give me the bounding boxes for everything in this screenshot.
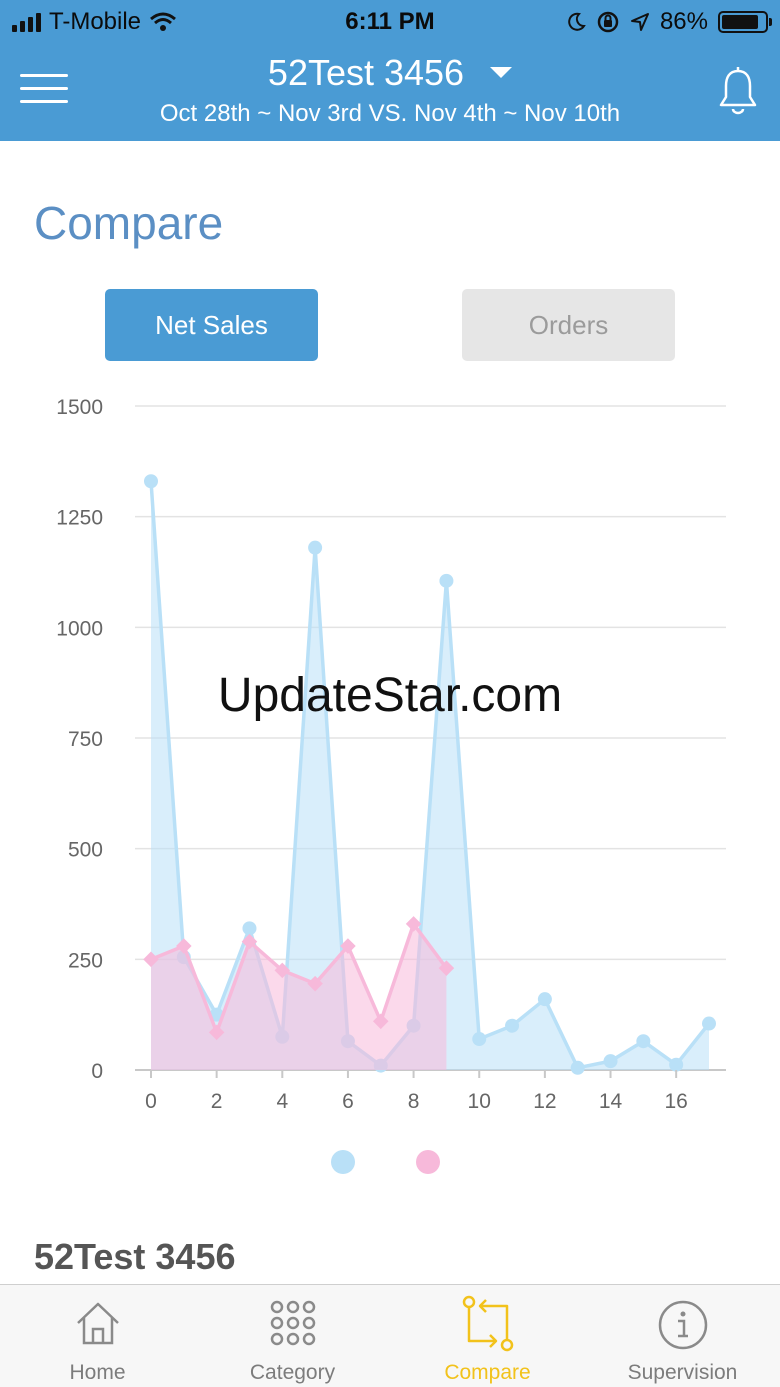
battery-percent: 86% — [659, 8, 708, 35]
x-tick-label: 10 — [468, 1090, 491, 1113]
bell-icon[interactable] — [716, 66, 760, 116]
series-1-point — [308, 540, 323, 555]
y-tick-label: 1000 — [56, 617, 103, 640]
series-1-point — [537, 992, 552, 1007]
tab-label-compare: Compare — [444, 1361, 531, 1384]
store-name: 52Test 3456 — [267, 52, 465, 93]
y-tick-label: 250 — [68, 949, 103, 972]
y-tick-label: 500 — [68, 839, 103, 862]
tab-label-home: Home — [69, 1361, 126, 1384]
series-1-point — [570, 1060, 585, 1075]
series-1-point — [669, 1057, 684, 1072]
x-tick-label: 12 — [533, 1090, 556, 1113]
chart-series — [143, 474, 716, 1075]
date-range-label: Oct 28th ~ Nov 3rd VS. Nov 4th ~ Nov 10t… — [159, 100, 621, 127]
tab-label-supervision: Supervision — [627, 1361, 738, 1384]
x-tick-label: 14 — [599, 1090, 623, 1113]
net-sales-button[interactable]: Net Sales — [105, 289, 318, 361]
legend-dot-series-1[interactable] — [331, 1150, 355, 1174]
x-tick-label: 0 — [145, 1090, 157, 1113]
tab-category[interactable]: Category — [195, 1285, 390, 1387]
moon-icon — [568, 12, 586, 31]
tab-bar: Home Category Compare Supervision — [0, 1284, 780, 1387]
page-title: Compare — [34, 197, 224, 249]
store-selector[interactable]: 52Test 3456 — [0, 52, 780, 94]
series-1-point — [505, 1018, 520, 1033]
info-circle-icon — [658, 1300, 707, 1350]
compare-chart: 0 250 500 750 1000 1250 1500 0 2 4 6 8 10 12 14 16 — [56, 396, 726, 1113]
tab-label-category: Category — [249, 1361, 336, 1384]
tab-compare[interactable]: Compare — [390, 1285, 585, 1387]
x-tick-label: 16 — [664, 1090, 687, 1113]
y-tick-label: 1500 — [56, 396, 103, 419]
series-1-point — [636, 1034, 651, 1049]
status-bar: T-Mobile 6:11 PM 86% — [0, 0, 780, 44]
tab-home[interactable]: Home — [0, 1285, 195, 1387]
caret-down-icon — [490, 67, 513, 79]
orders-button[interactable]: Orders — [462, 289, 675, 361]
x-tick-label: 8 — [408, 1090, 420, 1113]
status-right: 86% — [566, 8, 772, 36]
series-1-point — [472, 1032, 487, 1047]
location-arrow-icon — [630, 13, 649, 31]
y-tick-label: 0 — [91, 1060, 103, 1083]
section-title: 52Test 3456 — [34, 1236, 236, 1277]
battery-icon — [718, 11, 772, 33]
x-tick-label: 6 — [342, 1090, 354, 1113]
x-tick-label: 2 — [211, 1090, 223, 1113]
series-1-point — [439, 573, 454, 588]
y-tick-label: 1250 — [56, 507, 103, 530]
series-1-point — [144, 474, 158, 489]
app-screen: T-Mobile 6:11 PM 86% 52Test 3456 Oct 28t… — [0, 0, 780, 1387]
rotation-lock-icon — [597, 11, 619, 33]
legend-dot-series-2[interactable] — [416, 1150, 440, 1174]
series-1-point — [603, 1054, 618, 1069]
compare-arrows-icon — [462, 1295, 513, 1352]
series-1-point — [242, 921, 257, 936]
app-header: T-Mobile 6:11 PM 86% 52Test 3456 Oct 28t… — [0, 0, 780, 141]
series-1-point — [702, 1016, 716, 1031]
watermark-text: UpdateStar.com — [217, 669, 563, 722]
home-icon — [76, 1302, 119, 1345]
battery-level — [722, 15, 759, 29]
grid-dots-icon — [270, 1300, 315, 1346]
tab-supervision[interactable]: Supervision — [585, 1285, 780, 1387]
y-tick-label: 750 — [68, 728, 103, 751]
x-tick-label: 4 — [276, 1090, 288, 1113]
